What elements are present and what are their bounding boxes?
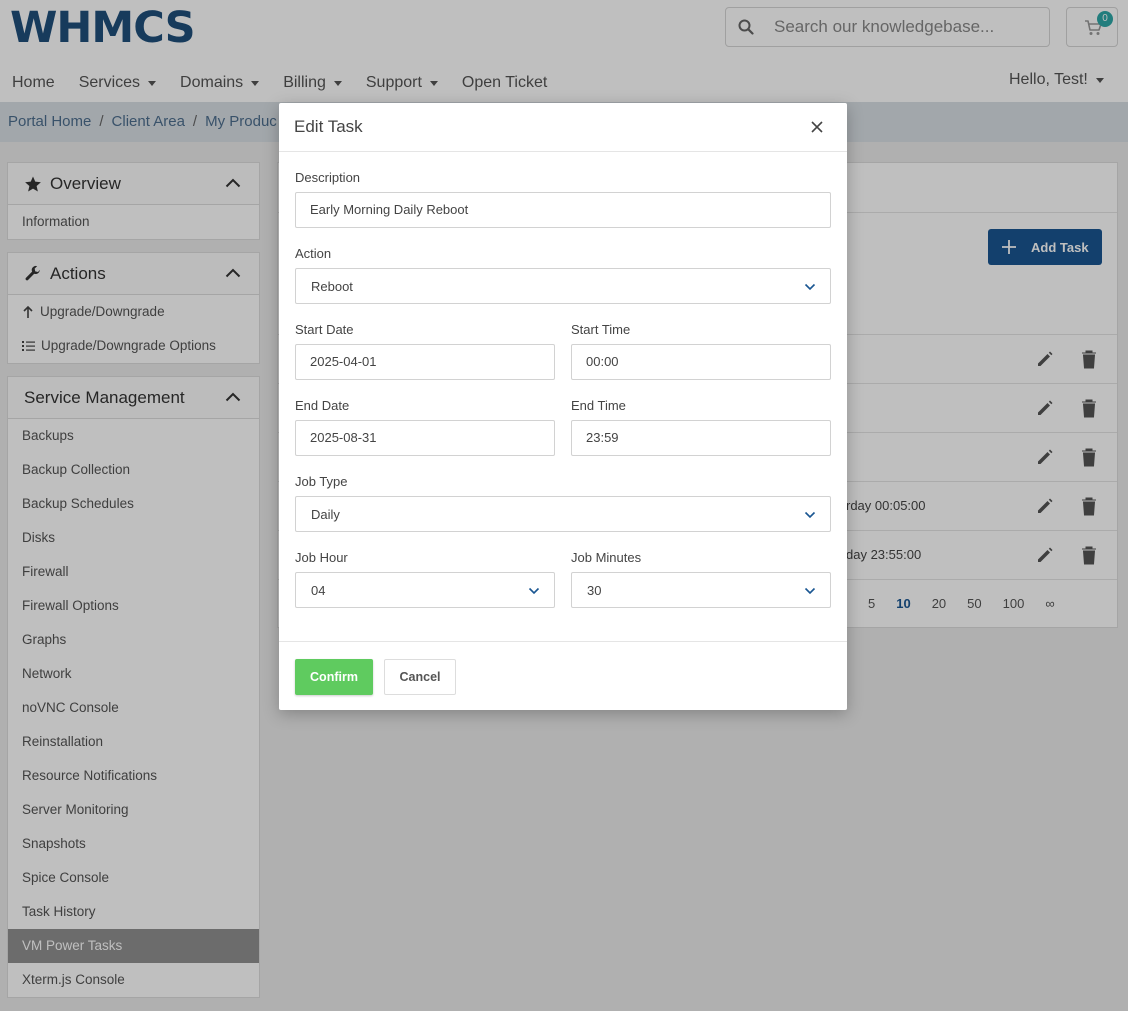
modal-footer: Confirm Cancel xyxy=(279,641,847,710)
job-minutes-select[interactable]: 30 xyxy=(571,572,831,608)
chevron-down-icon xyxy=(804,283,816,291)
end-date-input[interactable] xyxy=(310,430,517,445)
job-hour-select[interactable]: 04 xyxy=(295,572,555,608)
description-label: Description xyxy=(295,170,361,185)
close-icon[interactable] xyxy=(809,119,825,135)
end-time-label: End Time xyxy=(571,398,626,413)
start-time-field[interactable] xyxy=(571,344,831,380)
modal-title: Edit Task xyxy=(294,117,363,136)
job-minutes-label: Job Minutes xyxy=(571,550,642,565)
cancel-button[interactable]: Cancel xyxy=(384,659,456,695)
end-time-field[interactable] xyxy=(571,420,831,456)
job-hour-selected-value: 04 xyxy=(311,583,326,598)
confirm-button[interactable]: Confirm xyxy=(295,659,373,695)
end-time-input[interactable] xyxy=(586,430,793,445)
start-time-label: Start Time xyxy=(571,322,631,337)
action-selected-value: Reboot xyxy=(311,279,353,294)
action-label: Action xyxy=(295,246,332,261)
description-field[interactable] xyxy=(295,192,831,228)
job-hour-label: Job Hour xyxy=(295,550,348,565)
start-time-input[interactable] xyxy=(586,354,793,369)
job-type-selected-value: Daily xyxy=(311,507,340,522)
job-type-label: Job Type xyxy=(295,474,348,489)
chevron-down-icon xyxy=(804,511,816,519)
chevron-down-icon xyxy=(528,587,540,595)
start-date-field[interactable] xyxy=(295,344,555,380)
job-minutes-selected-value: 30 xyxy=(587,583,602,598)
modal-header: Edit Task xyxy=(279,103,847,152)
start-date-label: Start Date xyxy=(295,322,354,337)
chevron-down-icon xyxy=(804,587,816,595)
start-date-input[interactable] xyxy=(310,354,517,369)
end-date-label: End Date xyxy=(295,398,350,413)
description-input[interactable] xyxy=(310,202,738,217)
end-date-field[interactable] xyxy=(295,420,555,456)
job-type-select[interactable]: Daily xyxy=(295,496,831,532)
edit-task-modal: Edit Task Description Action Reboot Star… xyxy=(279,103,847,710)
action-select[interactable]: Reboot xyxy=(295,268,831,304)
